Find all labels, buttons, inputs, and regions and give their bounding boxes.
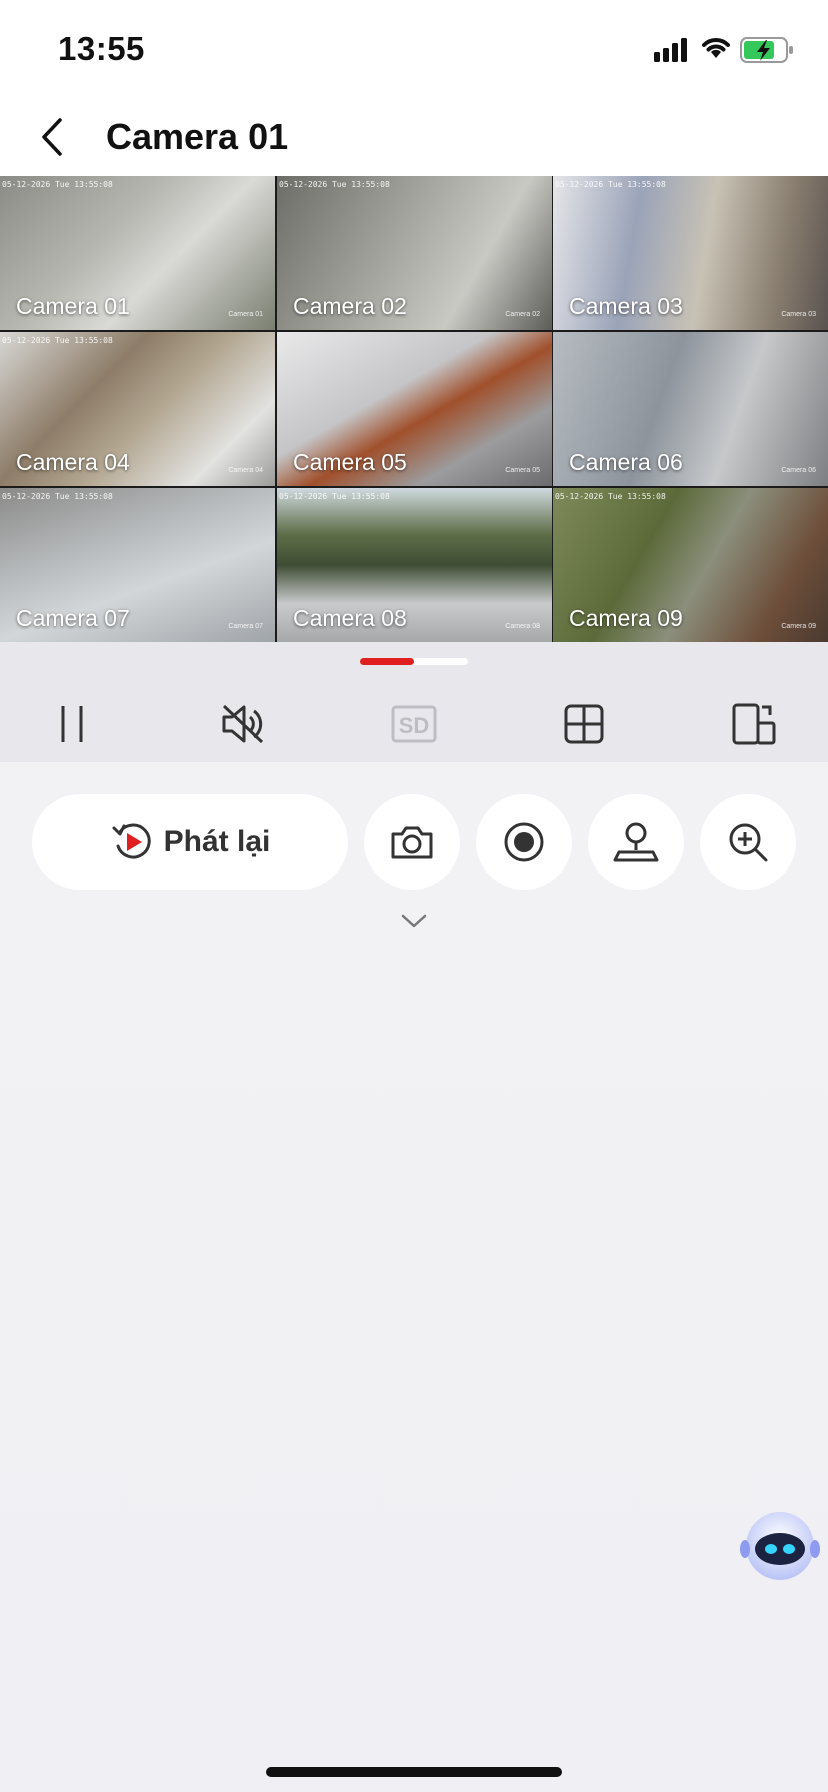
camera-osd-label: Camera 07 <box>228 623 263 630</box>
camera-timestamp: 05-12-2026 Tue 13:55:08 <box>2 336 113 345</box>
camera-label: Camera 04 <box>16 449 130 475</box>
camera-tile[interactable]: 05-12-2026 Tue 13:55:08 Camera 01 Camera… <box>0 176 275 330</box>
camera-osd-label: Camera 05 <box>505 467 540 474</box>
rotate-screen-icon <box>732 703 776 745</box>
sd-quality-label: SD <box>399 713 430 738</box>
camera-tile[interactable]: Camera 06 Camera 06 <box>553 332 828 486</box>
camera-timestamp: 05-12-2026 Tue 13:55:08 <box>555 180 666 189</box>
assistant-bot-icon[interactable] <box>738 1504 822 1588</box>
chevron-down-icon[interactable] <box>400 912 428 930</box>
camera-osd-label: Camera 04 <box>228 467 263 474</box>
playback-label: Phát lại <box>163 825 271 858</box>
control-bar: SD <box>0 642 828 762</box>
camera-timestamp: 05-12-2026 Tue 13:55:08 <box>279 180 390 189</box>
camera-tile[interactable]: 05-12-2026 Tue 13:55:08 Camera 03 Camera… <box>553 176 828 330</box>
camera-osd-label: Camera 03 <box>781 311 816 318</box>
mute-icon <box>222 704 264 744</box>
grid-layout-icon <box>564 704 604 744</box>
camera-timestamp: 05-12-2026 Tue 13:55:08 <box>279 492 390 501</box>
camera-osd-label: Camera 01 <box>228 311 263 318</box>
zoom-icon <box>729 823 768 862</box>
camera-label: Camera 09 <box>569 605 683 631</box>
camera-timestamp: 05-12-2026 Tue 13:55:08 <box>2 492 113 501</box>
camera-tile[interactable]: 05-12-2026 Tue 13:55:08 Camera 08 Camera… <box>277 488 552 642</box>
quality-sd-button[interactable]: SD <box>384 697 444 751</box>
grid-layout-button[interactable] <box>554 697 614 751</box>
ptz-icon <box>613 822 659 862</box>
pause-icon <box>61 706 83 742</box>
snapshot-icon <box>391 826 433 859</box>
camera-timestamp: 05-12-2026 Tue 13:55:08 <box>555 492 666 501</box>
status-bar: 13:55 <box>0 0 828 100</box>
status-time: 13:55 <box>58 30 145 67</box>
page-indicator-active <box>360 658 414 665</box>
battery-charging-icon <box>740 37 793 63</box>
camera-tile[interactable]: 05-12-2026 Tue 13:55:08 Camera 04 Camera… <box>0 332 275 486</box>
playback-button[interactable]: Phát lại <box>32 794 348 890</box>
navigation-bar: Camera 01 <box>0 100 828 176</box>
home-indicator <box>266 1767 562 1777</box>
mute-button[interactable] <box>213 697 273 751</box>
camera-osd-label: Camera 09 <box>781 623 816 630</box>
camera-label: Camera 08 <box>293 605 407 631</box>
wifi-icon <box>702 38 730 58</box>
camera-label: Camera 07 <box>16 605 130 631</box>
camera-osd-label: Camera 08 <box>505 623 540 630</box>
record-button[interactable] <box>476 794 572 890</box>
camera-label: Camera 03 <box>569 293 683 319</box>
zoom-button[interactable] <box>700 794 796 890</box>
camera-label: Camera 06 <box>569 449 683 475</box>
camera-tile[interactable]: 05-12-2026 Tue 13:55:08 Camera 07 Camera… <box>0 488 275 642</box>
pause-button[interactable] <box>42 697 102 751</box>
sd-quality-icon: SD <box>391 705 437 743</box>
playback-icon <box>112 823 151 859</box>
camera-osd-label: Camera 06 <box>781 467 816 474</box>
camera-label: Camera 02 <box>293 293 407 319</box>
page-title: Camera 01 <box>106 116 289 157</box>
camera-osd-label: Camera 02 <box>505 311 540 318</box>
camera-tile[interactable]: 05-12-2026 Tue 13:55:08 Camera 02 Camera… <box>277 176 552 330</box>
camera-label: Camera 01 <box>16 293 130 319</box>
rotate-screen-button[interactable] <box>724 697 784 751</box>
camera-label: Camera 05 <box>293 449 407 475</box>
back-chevron-icon[interactable] <box>36 112 76 162</box>
cellular-signal-icon <box>654 38 687 62</box>
action-area: Phát lại <box>0 762 828 1792</box>
camera-tile[interactable]: 05-12-2026 Tue 13:55:08 Camera 09 Camera… <box>553 488 828 642</box>
camera-timestamp: 05-12-2026 Tue 13:55:08 <box>2 180 113 189</box>
record-icon <box>504 822 544 862</box>
ptz-button[interactable] <box>588 794 684 890</box>
snapshot-button[interactable] <box>364 794 460 890</box>
camera-grid: 05-12-2026 Tue 13:55:08 Camera 01 Camera… <box>0 176 828 642</box>
camera-tile[interactable]: Camera 05 Camera 05 <box>277 332 552 486</box>
page-indicator <box>360 658 468 665</box>
